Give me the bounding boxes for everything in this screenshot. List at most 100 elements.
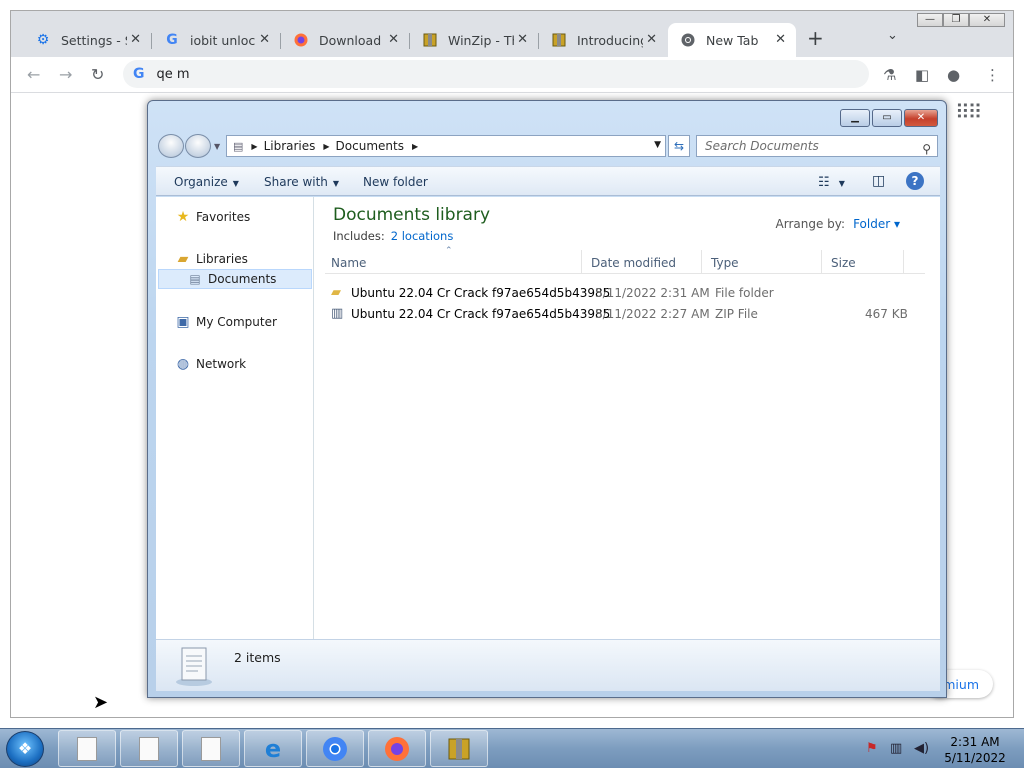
taskbar-winzip[interactable]: [430, 730, 488, 767]
nav-documents[interactable]: ▤ Documents: [186, 272, 276, 286]
share-with-button[interactable]: Share with ▼: [264, 175, 339, 189]
maximize-button[interactable]: ▭: [872, 109, 902, 127]
tab-new-tab[interactable]: New Tab ✕: [668, 23, 796, 57]
reload-icon[interactable]: ↻: [91, 65, 104, 84]
computer-icon: ▣: [176, 314, 190, 330]
taskbar-explorer-window[interactable]: [58, 730, 116, 767]
breadcrumb-libraries[interactable]: Libraries: [264, 139, 316, 153]
refresh-button[interactable]: ⇆: [668, 135, 690, 157]
help-icon[interactable]: ?: [906, 172, 924, 190]
tab-title: Settings - Sc: [61, 32, 127, 48]
taskbar-blank-window[interactable]: [182, 730, 240, 767]
network-icon: ◍: [176, 356, 190, 372]
close-window-button[interactable]: ✕: [969, 13, 1005, 27]
labs-flask-icon[interactable]: ⚗: [883, 66, 896, 84]
command-bar: Organize ▼ Share with ▼ New folder ☷ ▼ ◫ ?: [156, 166, 940, 196]
column-size[interactable]: Size: [831, 256, 856, 270]
close-icon[interactable]: ✕: [259, 32, 270, 47]
column-type[interactable]: Type: [711, 256, 739, 270]
clock-date: 5/11/2022: [944, 751, 1006, 765]
file-name: Ubuntu 22.04 Cr Crack f97ae654d5b43985: [351, 307, 611, 321]
side-panel-icon[interactable]: ◧: [915, 66, 929, 84]
tab-winzip[interactable]: WinZip - Th ✕: [410, 23, 539, 57]
sort-ascending-icon: ⌃: [445, 246, 453, 256]
winzip-icon: [422, 32, 438, 48]
close-button[interactable]: ✕: [904, 109, 938, 127]
arrange-by-dropdown[interactable]: Folder ▾: [853, 217, 900, 231]
breadcrumb-documents[interactable]: Documents: [336, 139, 404, 153]
forward-icon[interactable]: →: [59, 65, 72, 84]
back-button[interactable]: [158, 134, 184, 158]
close-icon[interactable]: ✕: [775, 32, 786, 47]
details-pane: 2 items: [156, 639, 940, 691]
browser-toolbar: ← → ↻ G qe m ⚗ ◧ ● ⋮: [11, 57, 1013, 93]
chevron-right-icon[interactable]: ▶: [323, 142, 329, 151]
tab-introducing[interactable]: Introducing ✕: [539, 23, 667, 57]
close-icon[interactable]: ✕: [130, 32, 141, 47]
new-folder-button[interactable]: New folder: [363, 175, 428, 189]
library-folder-icon: ▰: [177, 251, 189, 267]
taskbar-firefox[interactable]: [368, 730, 426, 767]
column-date-modified[interactable]: Date modified: [591, 256, 676, 270]
new-tab-button[interactable]: +: [807, 26, 824, 50]
arrange-by: Arrange by: Folder ▾: [775, 217, 900, 231]
documents-library-icon: [176, 647, 212, 686]
organize-button[interactable]: Organize ▼: [174, 175, 239, 189]
tab-strip: ⚙ Settings - Sc ✕ G iobit unlock ✕ Downl…: [11, 11, 1013, 57]
blank-document-icon: [201, 736, 221, 761]
view-options-icon[interactable]: ☷ ▼: [818, 175, 845, 190]
winzip-icon: [551, 32, 567, 48]
file-row[interactable]: ▰ Ubuntu 22.04 Cr Crack f97ae654d5b43985…: [331, 283, 911, 303]
nav-libraries[interactable]: ▰ Libraries: [174, 251, 248, 267]
address-breadcrumb[interactable]: ▤ ▶ Libraries ▶ Documents ▶ ▼: [226, 135, 666, 157]
taskbar-chrome[interactable]: [306, 730, 364, 767]
recent-pages-icon[interactable]: ▼: [214, 142, 220, 151]
close-icon[interactable]: ✕: [517, 32, 528, 47]
maximize-button[interactable]: ❐: [943, 13, 969, 27]
locations-link[interactable]: 2 locations: [391, 229, 454, 243]
blank-document-icon: [77, 736, 97, 761]
network-tray-icon[interactable]: ▥: [890, 741, 902, 756]
close-icon[interactable]: ✕: [646, 32, 657, 47]
chevron-right-icon[interactable]: ▶: [412, 142, 418, 151]
library-includes: Includes: 2 locations: [333, 229, 454, 243]
volume-icon[interactable]: ◀): [914, 741, 929, 756]
profile-avatar-icon[interactable]: ●: [947, 66, 960, 84]
clock-time: 2:31 AM: [950, 735, 1000, 749]
start-button[interactable]: ❖: [6, 731, 44, 767]
back-icon[interactable]: ←: [27, 65, 40, 84]
library-title: Documents library: [333, 205, 491, 225]
tab-title: Download F: [319, 32, 385, 48]
chevron-down-icon[interactable]: ⌄: [887, 28, 898, 43]
system-clock[interactable]: 2:31 AM 5/11/2022: [940, 734, 1010, 766]
column-name[interactable]: Name: [331, 256, 366, 270]
tab-iobit[interactable]: G iobit unlock ✕: [152, 23, 281, 57]
column-headers: ⌃ Name Date modified Type Size: [325, 246, 925, 274]
forward-button[interactable]: [185, 134, 211, 158]
nav-favorites[interactable]: ★ Favorites: [174, 209, 251, 225]
search-input[interactable]: Search Documents ⚲: [696, 135, 938, 157]
chevron-right-icon[interactable]: ▶: [251, 142, 257, 151]
close-icon[interactable]: ✕: [388, 32, 399, 47]
nav-my-computer[interactable]: ▣ My Computer: [174, 314, 277, 330]
taskbar-blank-window[interactable]: [120, 730, 178, 767]
taskbar-internet-explorer[interactable]: e: [244, 730, 302, 767]
minimize-button[interactable]: ▁: [840, 109, 870, 127]
chevron-down-icon[interactable]: ▼: [654, 140, 661, 150]
internet-explorer-icon: e: [264, 734, 282, 763]
preview-pane-icon[interactable]: ◫: [872, 173, 885, 189]
search-icon: ⚲: [922, 142, 931, 156]
tab-title: WinZip - Th: [448, 32, 514, 48]
folder-icon: ▰: [331, 285, 341, 300]
tab-download[interactable]: Download F ✕: [281, 23, 410, 57]
apps-grid-icon[interactable]: ⠿⠿: [955, 100, 982, 124]
nav-network[interactable]: ◍ Network: [174, 356, 246, 372]
tab-settings[interactable]: ⚙ Settings - Sc ✕: [23, 23, 152, 57]
zip-file-icon: ▥: [331, 306, 344, 321]
action-center-warning-icon[interactable]: ⚑: [866, 741, 878, 756]
address-bar[interactable]: G qe m: [123, 60, 869, 88]
minimize-button[interactable]: —: [917, 13, 943, 27]
menu-kebab-icon[interactable]: ⋮: [985, 66, 1000, 84]
file-row[interactable]: ▥ Ubuntu 22.04 Cr Crack f97ae654d5b43985…: [331, 304, 911, 324]
search-placeholder: Search Documents: [705, 139, 819, 153]
